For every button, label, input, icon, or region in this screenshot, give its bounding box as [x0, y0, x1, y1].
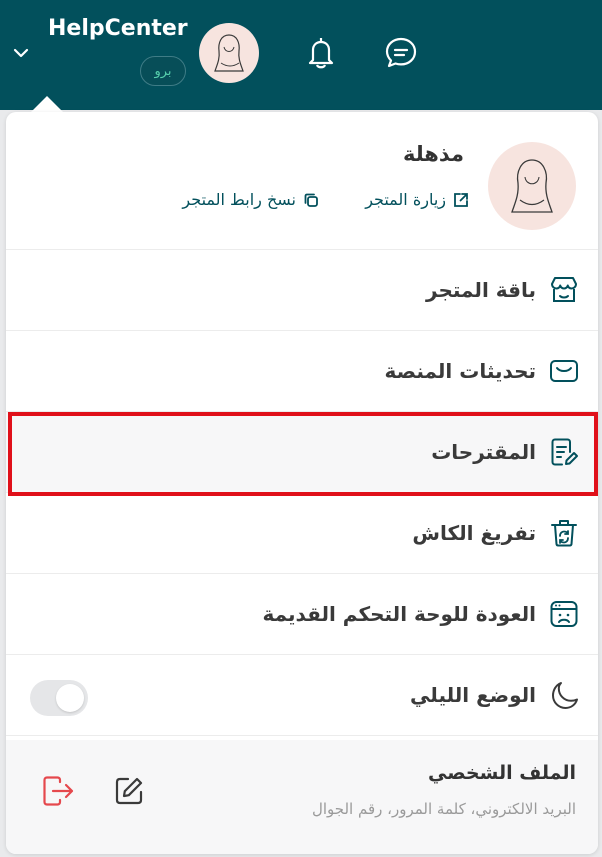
bell-icon[interactable] — [304, 34, 338, 70]
menu-item-label: باقة المتجر — [426, 278, 536, 302]
app-title[interactable]: HelpCenter — [48, 16, 188, 41]
menu-item-dark-mode[interactable]: الوضع الليلي — [6, 655, 598, 736]
menu-item-label: المقترحات — [431, 440, 536, 464]
store-avatar — [488, 142, 576, 230]
menu-item-label: الوضع الليلي — [410, 683, 536, 707]
menu-item-platform-updates[interactable]: تحديثات المنصة — [6, 331, 598, 412]
profile-subtitle: البريد الالكتروني، كلمة المرور، رقم الجو… — [311, 800, 576, 818]
copy-icon — [304, 193, 318, 207]
copy-store-link[interactable]: نسخ رابط المتجر — [182, 190, 320, 209]
avatar[interactable] — [199, 23, 259, 83]
menu-item-label: تفريغ الكاش — [412, 521, 536, 545]
chevron-down-icon[interactable] — [10, 42, 32, 64]
store-name: مذهلة — [402, 142, 464, 166]
logout-icon[interactable] — [40, 774, 76, 808]
clear-cache-icon — [551, 520, 577, 547]
menu-item-label: تحديثات المنصة — [384, 359, 537, 383]
menu-item-clear-cache[interactable]: تفريغ الكاش — [6, 493, 598, 574]
dark-mode-toggle[interactable] — [30, 680, 88, 716]
updates-icon — [550, 360, 578, 382]
top-bar: HelpCenter برو — [0, 0, 602, 114]
chat-icon[interactable] — [383, 34, 419, 70]
menu-item-suggestions[interactable]: المقترحات — [6, 412, 598, 493]
edit-icon[interactable] — [112, 774, 146, 808]
store-icon — [551, 277, 577, 302]
visit-store-label: زيارة المتجر — [365, 190, 446, 209]
menu-item-old-dashboard[interactable]: العودة للوحة التحكم القديمة — [6, 574, 598, 655]
visit-store-link[interactable]: زيارة المتجر — [365, 190, 470, 209]
menu-item-store-plan[interactable]: باقة المتجر — [6, 250, 598, 331]
profile-section[interactable]: الملف الشخصي البريد الالكتروني، كلمة الم… — [6, 740, 598, 854]
toggle-knob — [56, 684, 84, 712]
menu-item-label: العودة للوحة التحكم القديمة — [262, 602, 536, 626]
copy-store-label: نسخ رابط المتجر — [182, 190, 296, 209]
profile-title: الملف الشخصي — [427, 762, 576, 784]
plan-badge: برو — [140, 56, 186, 86]
suggestions-icon — [551, 438, 578, 466]
moon-icon — [552, 682, 578, 709]
account-dropdown: مذهلة زيارة المتجر نسخ رابط المتجر باقة … — [6, 112, 598, 854]
old-dashboard-icon — [550, 601, 578, 627]
external-link-icon — [454, 192, 468, 207]
store-header: مذهلة زيارة المتجر نسخ رابط المتجر — [6, 112, 598, 250]
